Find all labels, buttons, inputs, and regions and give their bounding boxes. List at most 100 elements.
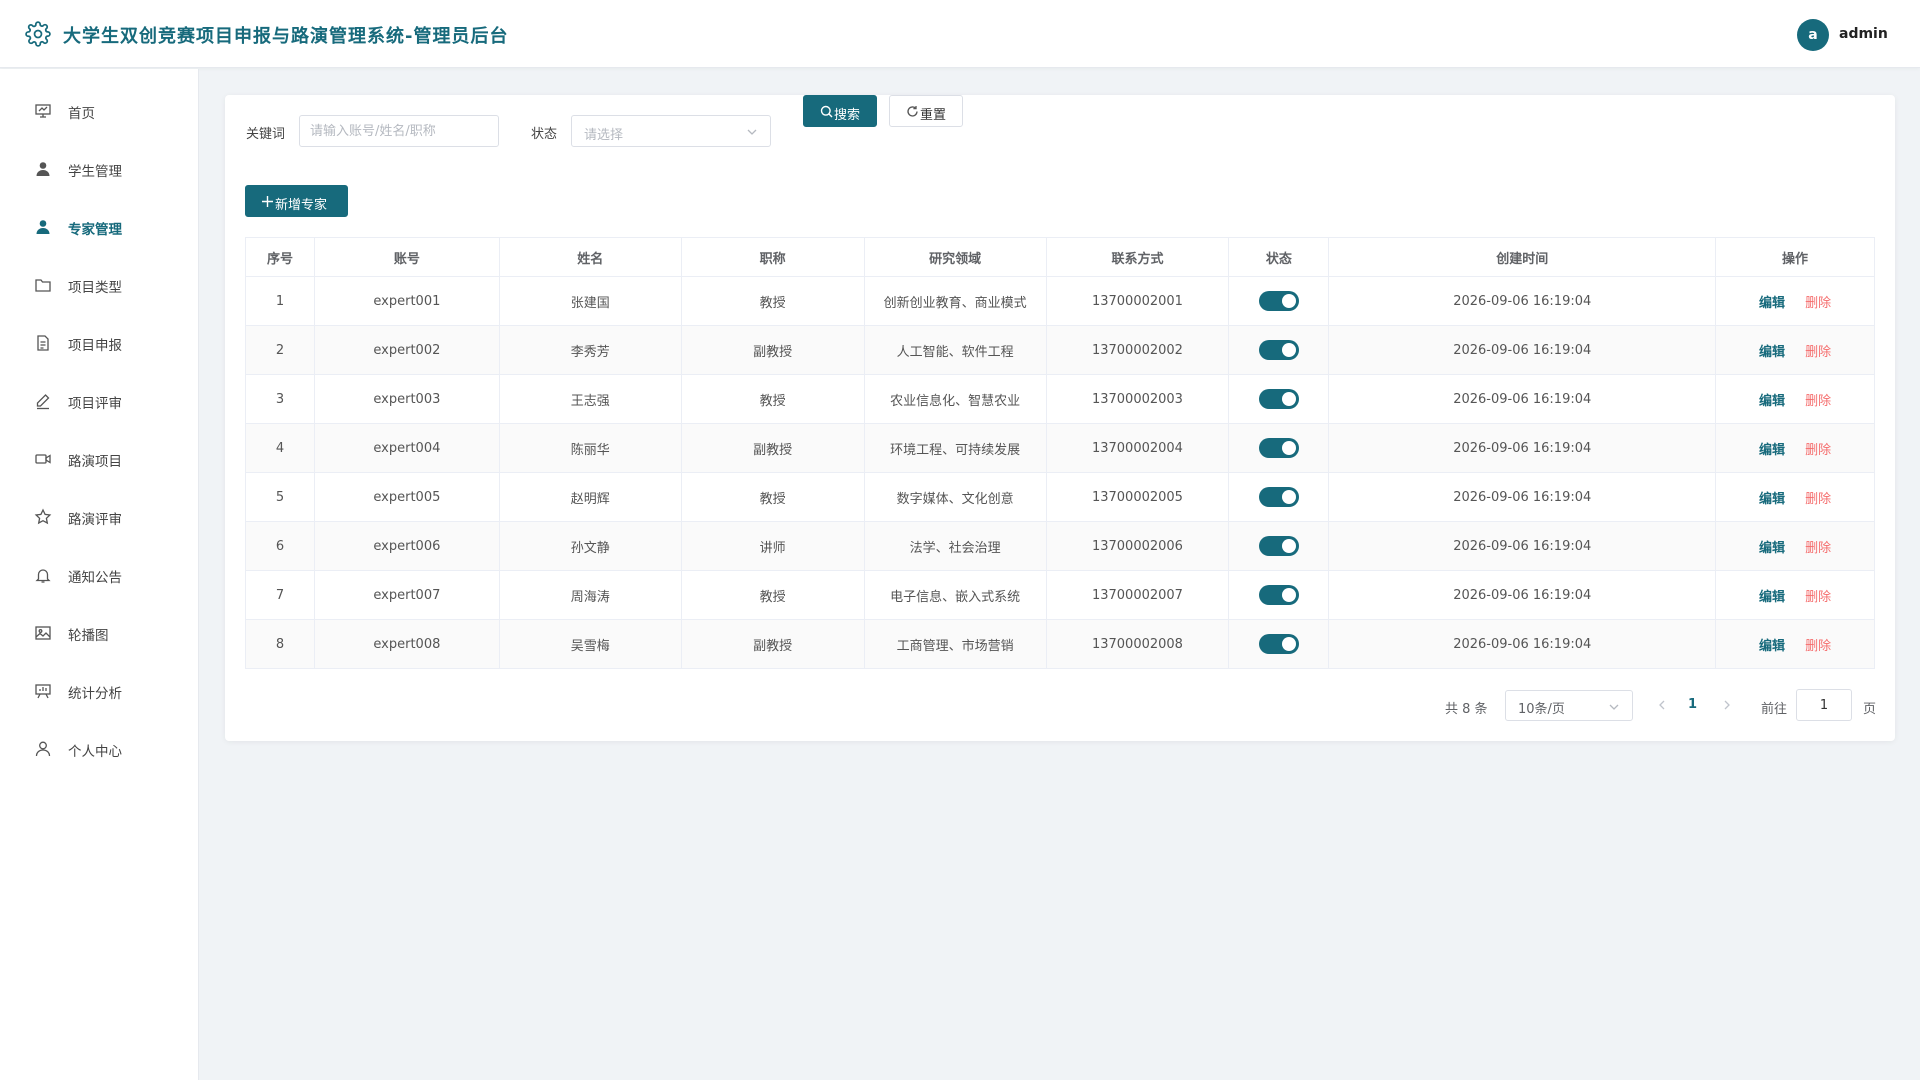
delete-button[interactable]: 删除 [1805, 390, 1831, 409]
sidebar-item-label: 路演项目 [68, 454, 122, 470]
document-icon [37, 335, 49, 351]
column-header: 状态 [1229, 238, 1330, 276]
cell-phone: 13700002005 [1047, 473, 1230, 521]
sidebar-item-statistics[interactable]: 统计分析 [0, 669, 199, 713]
column-header: 序号 [246, 238, 315, 276]
table-row: 1 expert001 张建国 教授 创新创业教育、商业模式 137000020… [246, 277, 1876, 326]
star-icon [34, 508, 52, 525]
sidebar-item-roadshow-review[interactable]: 路演评审 [0, 495, 199, 539]
cell-actions: 编辑 删除 [1716, 620, 1876, 668]
username[interactable]: admin [1839, 26, 1888, 42]
cell-created: 2026-09-06 16:19:04 [1329, 375, 1717, 423]
sidebar-item-project-apply[interactable]: 项目申报 [0, 321, 199, 365]
cell-name: 吴雪梅 [500, 620, 682, 668]
cell-status [1229, 277, 1330, 325]
status-toggle[interactable] [1258, 291, 1299, 311]
cell-field: 法学、社会治理 [865, 522, 1047, 570]
cell-actions: 编辑 删除 [1716, 473, 1876, 521]
app-title: 大学生双创竞赛项目申报与路演管理系统-管理员后台 [63, 26, 509, 47]
main-card: 关键词 状态 请选择 搜索 重置 新增专家 序号 账号 姓名 职称 研究领域 联… [225, 95, 1895, 741]
sidebar-item-experts[interactable]: 专家管理 [0, 205, 199, 249]
cell-phone: 13700002007 [1047, 571, 1230, 619]
cell-field: 创新创业教育、商业模式 [865, 277, 1047, 325]
delete-button[interactable]: 删除 [1805, 341, 1831, 360]
cell-field: 工商管理、市场营销 [865, 620, 1047, 668]
status-toggle[interactable] [1258, 438, 1299, 458]
search-icon [820, 105, 833, 118]
user-icon [36, 162, 50, 176]
page-number-current[interactable]: 1 [1688, 697, 1697, 712]
sidebar-item-home[interactable]: 首页 [0, 89, 199, 133]
status-toggle[interactable] [1258, 389, 1299, 409]
cell-index: 8 [246, 620, 315, 668]
user-outline-icon [35, 741, 51, 757]
cell-actions: 编辑 删除 [1716, 375, 1876, 423]
cell-status [1229, 424, 1330, 472]
edit-button[interactable]: 编辑 [1759, 488, 1785, 507]
edit-button[interactable]: 编辑 [1759, 537, 1785, 556]
status-toggle[interactable] [1258, 536, 1299, 556]
search-button[interactable]: 搜索 [803, 95, 877, 127]
sidebar-item-notices[interactable]: 通知公告 [0, 553, 199, 597]
cell-title: 副教授 [682, 326, 865, 374]
goto-page-input[interactable] [1796, 689, 1852, 721]
page-size-select[interactable]: 10条/页 [1505, 690, 1633, 721]
cell-name: 张建国 [500, 277, 682, 325]
chevron-down-icon [1609, 704, 1619, 710]
prev-page-icon[interactable] [1655, 698, 1669, 712]
cell-title: 副教授 [682, 620, 865, 668]
toggle-knob [1281, 637, 1296, 651]
status-toggle[interactable] [1258, 634, 1299, 654]
cell-title: 教授 [682, 375, 865, 423]
edit-button[interactable]: 编辑 [1759, 390, 1785, 409]
cell-account: expert001 [315, 277, 500, 325]
status-toggle[interactable] [1258, 585, 1299, 605]
column-header: 操作 [1716, 238, 1876, 276]
column-header: 联系方式 [1047, 238, 1230, 276]
cell-created: 2026-09-06 16:19:04 [1329, 326, 1717, 374]
sidebar-item-project-types[interactable]: 项目类型 [0, 263, 199, 307]
delete-button[interactable]: 删除 [1805, 439, 1831, 458]
edit-button[interactable]: 编辑 [1759, 292, 1785, 311]
sidebar-item-students[interactable]: 学生管理 [0, 147, 199, 191]
cell-title: 教授 [682, 473, 865, 521]
cell-phone: 13700002003 [1047, 375, 1230, 423]
goto-label: 前往 [1761, 702, 1788, 717]
edit-button[interactable]: 编辑 [1759, 341, 1785, 360]
cell-created: 2026-09-06 16:19:04 [1329, 424, 1717, 472]
next-page-icon[interactable] [1720, 698, 1734, 712]
delete-button[interactable]: 删除 [1805, 586, 1831, 605]
keyword-input[interactable] [299, 115, 499, 147]
status-label: 状态 [531, 127, 558, 142]
sidebar-item-label: 项目类型 [68, 280, 122, 296]
edit-pen-icon [36, 394, 50, 410]
edit-button[interactable]: 编辑 [1759, 586, 1785, 605]
delete-button[interactable]: 删除 [1805, 488, 1831, 507]
edit-button[interactable]: 编辑 [1759, 635, 1785, 654]
sidebar-item-profile[interactable]: 个人中心 [0, 727, 199, 771]
cell-phone: 13700002002 [1047, 326, 1230, 374]
sidebar-item-project-review[interactable]: 项目评审 [0, 379, 199, 423]
cell-account: expert003 [315, 375, 500, 423]
sidebar-item-label: 轮播图 [68, 628, 109, 644]
delete-button[interactable]: 删除 [1805, 537, 1831, 556]
cell-account: expert005 [315, 473, 500, 521]
edit-button[interactable]: 编辑 [1759, 439, 1785, 458]
sidebar-item-carousel[interactable]: 轮播图 [0, 611, 199, 655]
add-expert-button[interactable]: 新增专家 [245, 185, 348, 217]
avatar[interactable]: a [1797, 19, 1829, 51]
gear-icon [25, 21, 51, 47]
reset-button[interactable]: 重置 [889, 95, 963, 127]
delete-button[interactable]: 删除 [1805, 635, 1831, 654]
cell-account: expert006 [315, 522, 500, 570]
sidebar-item-roadshow-projects[interactable]: 路演项目 [0, 437, 199, 481]
chevron-down-icon [747, 129, 757, 135]
delete-button[interactable]: 删除 [1805, 292, 1831, 311]
bell-icon [35, 569, 51, 583]
cell-name: 赵明辉 [500, 473, 682, 521]
status-toggle[interactable] [1258, 487, 1299, 507]
status-toggle[interactable] [1258, 340, 1299, 360]
cell-field: 环境工程、可持续发展 [865, 424, 1047, 472]
status-select[interactable]: 请选择 [571, 115, 771, 147]
cell-index: 6 [246, 522, 315, 570]
